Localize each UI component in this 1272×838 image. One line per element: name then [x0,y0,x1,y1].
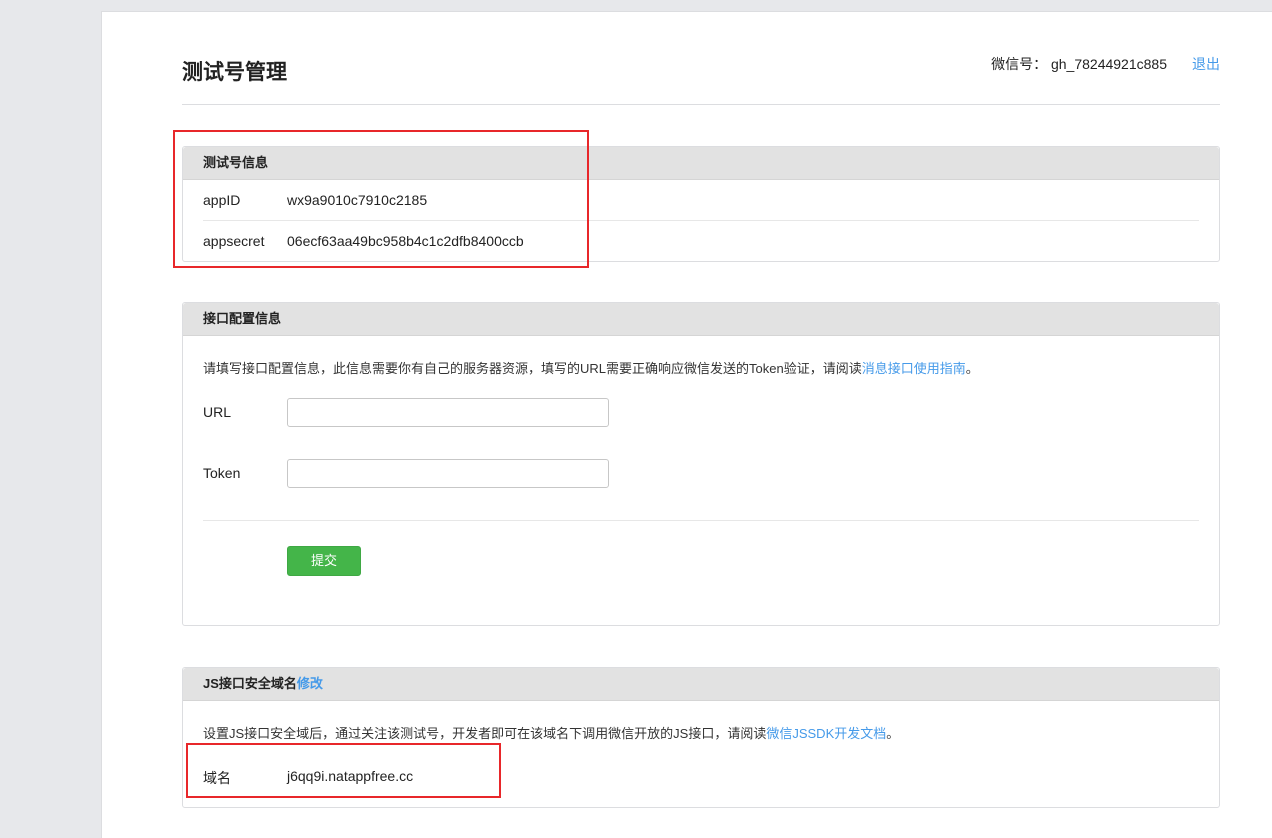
panel-header: 接口配置信息 [183,303,1219,336]
appsecret-value: 06ecf63aa49bc958b4c1c2dfb8400ccb [287,233,524,249]
logout-link[interactable]: 退出 [1192,54,1220,74]
description-text: 设置JS接口安全域后，通过关注该测试号，开发者即可在该域名下调用微信开放的JS接… [203,726,767,741]
panel-title: 测试号信息 [203,155,269,170]
page-container: 测试号管理 微信号： gh_78244921c885 退出 测试号信息 appI… [101,11,1272,838]
url-input[interactable] [287,398,609,427]
submit-button[interactable]: 提交 [287,546,361,576]
test-account-panel: 测试号信息 appID wx9a9010c7910c2185 appsecret… [182,146,1220,262]
panel-header: JS接口安全域名修改 [183,668,1219,701]
panel-header: 测试号信息 [183,147,1219,180]
account-info: 微信号： gh_78244921c885 [991,54,1167,74]
appsecret-label: appsecret [203,233,265,249]
interface-config-panel: 接口配置信息 请填写接口配置信息，此信息需要你有自己的服务器资源，填写的URL需… [182,302,1220,626]
page-title: 测试号管理 [182,61,287,84]
domain-value: j6qq9i.natappfree.cc [287,768,414,784]
description-text: 请填写接口配置信息，此信息需要你有自己的服务器资源，填写的URL需要正确响应微信… [203,361,862,376]
description-end: 。 [886,726,900,741]
message-api-guide-link[interactable]: 消息接口使用指南 [862,361,966,376]
config-description: 请填写接口配置信息，此信息需要你有自己的服务器资源，填写的URL需要正确响应微信… [203,358,979,377]
panel-title: 接口配置信息 [203,311,282,326]
title-divider [182,104,1220,105]
account-label: 微信号： [991,56,1048,72]
account-id: gh_78244921c885 [1050,56,1167,72]
domain-label: 域名 [203,770,231,786]
appid-label: appID [203,192,241,208]
appid-value: wx9a9010c7910c2185 [287,192,428,208]
url-label: URL [203,404,232,420]
token-input[interactable] [287,459,609,488]
js-domain-panel: JS接口安全域名修改 设置JS接口安全域后，通过关注该测试号，开发者即可在该域名… [182,667,1220,808]
token-label: Token [203,465,241,481]
row-divider [203,220,1199,221]
form-divider [203,520,1199,521]
edit-domain-link[interactable]: 修改 [297,676,323,691]
jssdk-doc-link[interactable]: 微信JSSDK开发文档 [766,726,886,741]
panel-title: JS接口安全域名 [203,676,297,691]
js-domain-description: 设置JS接口安全域后，通过关注该测试号，开发者即可在该域名下调用微信开放的JS接… [203,723,899,742]
description-end: 。 [965,361,979,376]
